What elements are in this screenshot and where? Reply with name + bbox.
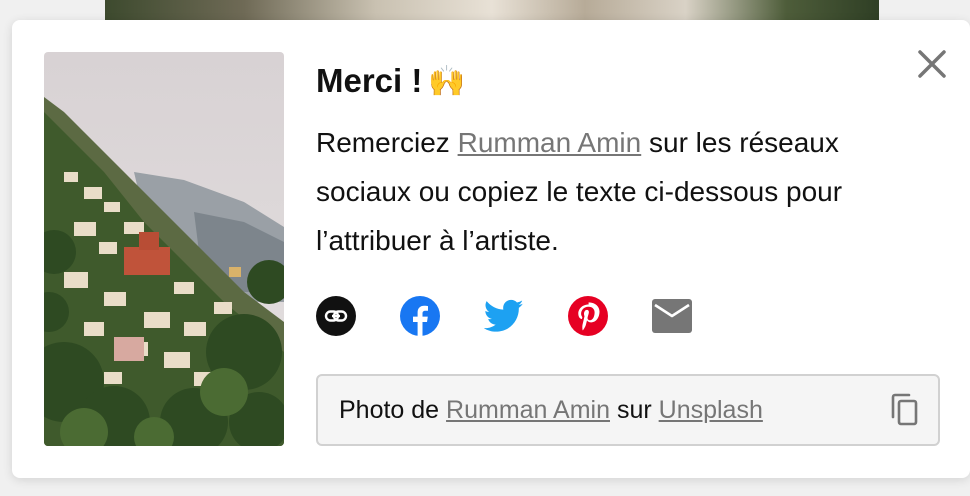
title-text: Merci ! xyxy=(316,62,423,99)
attribution-box: Photo de Rumman Amin sur Unsplash xyxy=(316,374,940,446)
dialog-title: Merci ! 🙌 xyxy=(316,62,466,100)
background-photo-strip xyxy=(105,0,879,22)
unsplash-link[interactable]: Unsplash xyxy=(659,396,763,425)
twitter-icon xyxy=(484,299,524,332)
credit-artist-link[interactable]: Rumman Amin xyxy=(446,396,610,425)
credit-middle: sur xyxy=(616,395,652,424)
facebook-icon xyxy=(400,296,440,336)
description-prefix: Remerciez xyxy=(316,127,458,158)
pinterest-share-button[interactable] xyxy=(568,296,608,336)
raised-hands-emoji: 🙌 xyxy=(428,64,466,98)
close-icon xyxy=(918,50,946,78)
share-buttons xyxy=(316,296,692,336)
credit-prefix: Photo de xyxy=(339,395,440,424)
pinterest-icon xyxy=(568,296,608,336)
artist-profile-link[interactable]: Rumman Amin xyxy=(458,127,642,158)
photo-thumbnail xyxy=(44,52,284,446)
link-icon xyxy=(316,296,356,336)
copy-icon xyxy=(891,393,918,426)
coastal-village-image xyxy=(44,52,284,446)
close-button[interactable] xyxy=(910,42,954,86)
dialog-description: Remerciez Rumman Amin sur les réseaux so… xyxy=(316,118,916,265)
copy-attribution-button[interactable] xyxy=(886,392,922,428)
copy-link-button[interactable] xyxy=(316,296,356,336)
twitter-share-button[interactable] xyxy=(484,296,524,336)
facebook-share-button[interactable] xyxy=(400,296,440,336)
email-share-button[interactable] xyxy=(652,296,692,336)
thank-you-dialog: Merci ! 🙌 Remerciez Rumman Amin sur les … xyxy=(12,20,970,478)
email-icon xyxy=(652,299,692,333)
